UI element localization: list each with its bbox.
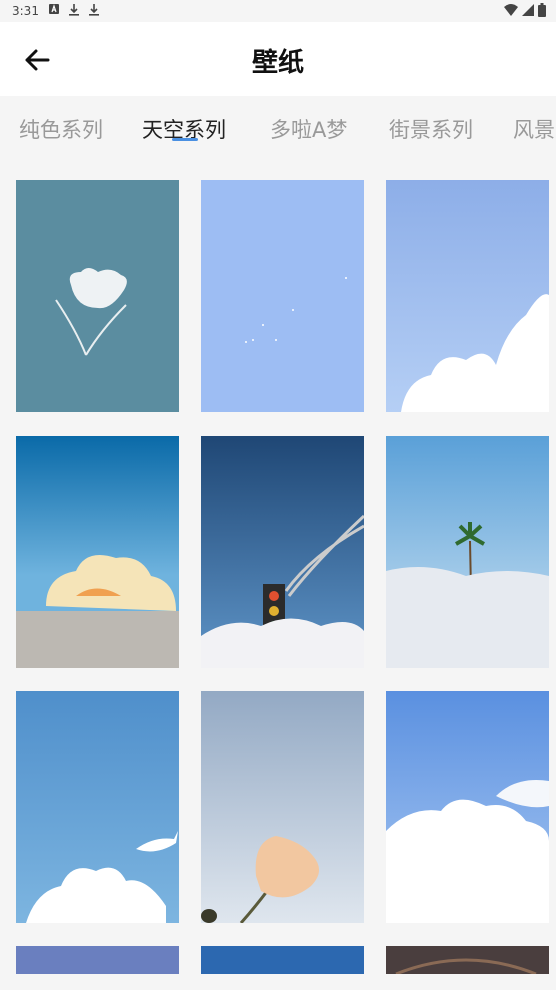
- wallpaper-whale-cloud[interactable]: [16, 691, 179, 923]
- wallpaper-dark-brown[interactable]: [386, 946, 549, 974]
- wallpaper-traffic-light[interactable]: [201, 436, 364, 668]
- wallpaper-white-clouds[interactable]: [386, 180, 549, 412]
- wallpaper-blue-gradient[interactable]: [16, 946, 179, 974]
- wallpaper-heart-cloud[interactable]: [16, 180, 179, 412]
- wallpaper-peach-flower[interactable]: [201, 691, 364, 923]
- wallpaper-grid: [0, 0, 556, 990]
- wallpaper-palm-tree[interactable]: [386, 436, 549, 668]
- wallpaper-fluffy-cloud[interactable]: [386, 691, 549, 923]
- wallpaper-deep-blue[interactable]: [201, 946, 364, 974]
- wallpaper-sunset-cloud[interactable]: [16, 436, 179, 668]
- wallpaper-birds-sky[interactable]: [201, 180, 364, 412]
